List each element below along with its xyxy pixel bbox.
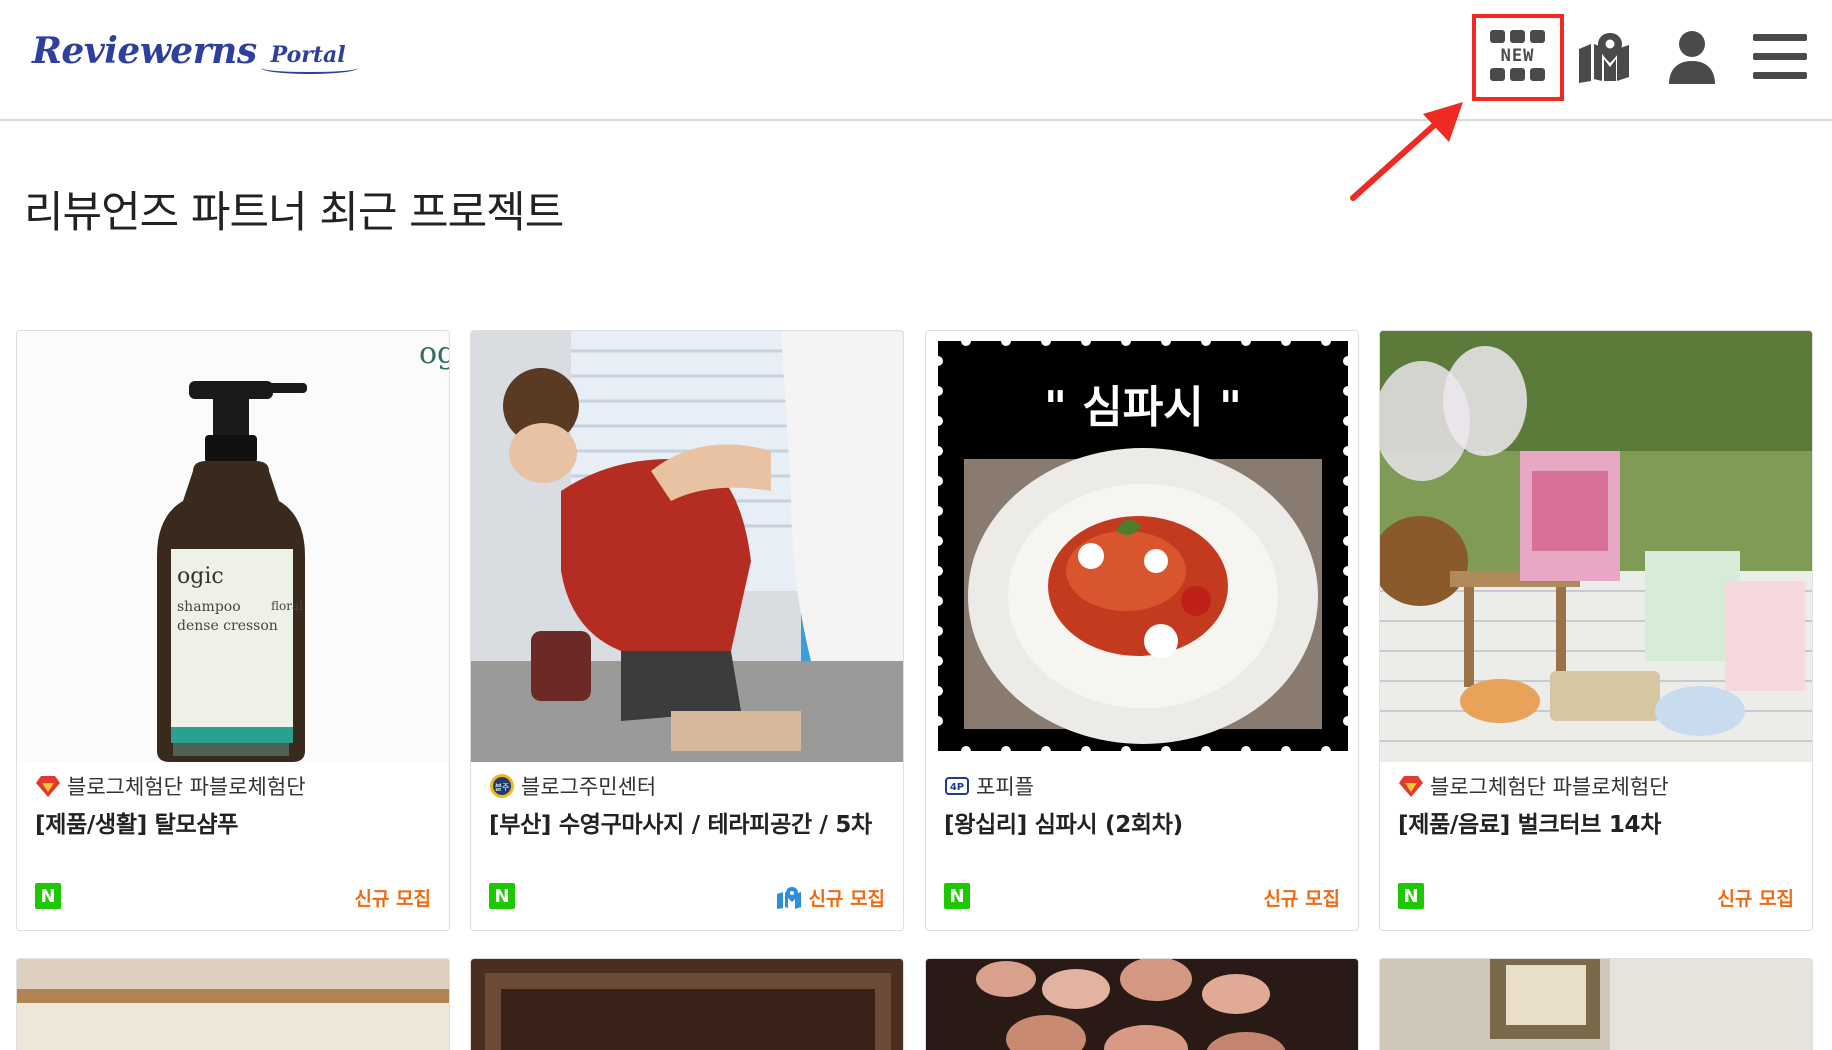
card-meta: 블로그체험단 파블로체험단 [35, 771, 437, 801]
map-icon[interactable] [1569, 22, 1639, 92]
card-thumbnail: ogic ogic shampoo dense cresson floral [17, 331, 449, 762]
card-thumbnail [1380, 959, 1812, 1050]
status-text: 신규 모집 [354, 888, 431, 910]
naver-badge: N [35, 883, 61, 909]
project-card[interactable]: " 심파시 " 4P 포피플 [왕십리] 심파시 (2회차) N 신규 모집 [925, 330, 1359, 931]
project-card[interactable] [16, 958, 450, 1050]
status-label: 신규 모집 [776, 884, 885, 911]
card-title[interactable]: [부산] 수영구마사지 / 테라피공간 / 5차 [489, 805, 893, 839]
card-thumbnail [471, 959, 903, 1050]
card-title[interactable]: [왕십리] 심파시 (2회차) [944, 805, 1348, 839]
naver-badge: N [489, 883, 515, 909]
status-label: 신규 모집 [1263, 884, 1340, 911]
diamond-heart-icon [36, 776, 60, 797]
card-thumbnail [471, 331, 903, 762]
blog-center-icon: 블주 [490, 774, 514, 798]
pointer-arrow [1350, 102, 1463, 201]
card-thumbnail [17, 959, 449, 1050]
naver-badge: N [944, 883, 970, 909]
svg-text:블주: 블주 [495, 782, 510, 792]
hamburger-menu-icon[interactable] [1745, 22, 1815, 92]
status-label: 신규 모집 [1717, 884, 1794, 911]
logo-text: Reviewerns [32, 30, 257, 72]
user-icon[interactable] [1657, 22, 1727, 92]
project-card[interactable]: 블주 블로그주민센터 [부산] 수영구마사지 / 테라피공간 / 5차 N 신규… [470, 330, 904, 931]
thumb-line2: dense cresson [177, 618, 278, 634]
card-category: 블로그주민센터 [521, 775, 657, 799]
card-meta: 블주 블로그주민센터 [489, 771, 891, 801]
forpeople-icon: 4P [945, 777, 969, 795]
thumb-line1: shampoo [177, 599, 241, 615]
thumb-caption: " 심파시 " [1044, 382, 1242, 433]
page-title: 리뷰언즈 파트너 최근 프로젝트 [24, 188, 564, 238]
thumb-side: floral [271, 599, 303, 613]
card-thumbnail [926, 959, 1358, 1050]
project-card[interactable]: 블로그체험단 파블로체험단 [제품/음료] 벌크터브 14차 N 신규 모집 [1379, 330, 1813, 931]
project-card[interactable] [1379, 958, 1813, 1050]
card-category: 블로그체험단 파블로체험단 [67, 775, 306, 799]
card-meta: 4P 포피플 [944, 771, 1346, 801]
map-icon [777, 886, 802, 909]
status-text: 신규 모집 [1717, 888, 1794, 910]
card-meta: 블로그체험단 파블로체험단 [1398, 771, 1800, 801]
site-logo[interactable]: Reviewerns Portal [32, 30, 358, 74]
card-thumbnail [1380, 331, 1812, 762]
status-text: 신규 모집 [808, 888, 885, 910]
diamond-heart-icon [1399, 776, 1423, 797]
thumb-brand: ogic [177, 564, 224, 589]
logo-subtext: Portal [260, 42, 358, 74]
project-card[interactable] [470, 958, 904, 1050]
highlight-box [1472, 14, 1564, 101]
card-thumbnail: " 심파시 " [926, 331, 1358, 762]
card-category: 포피플 [976, 775, 1034, 799]
status-text: 신규 모집 [1263, 888, 1340, 910]
project-card[interactable]: ogic ogic shampoo dense cresson floral 블… [16, 330, 450, 931]
card-category: 블로그체험단 파블로체험단 [1430, 775, 1669, 799]
thumb-brand-corner: ogic [419, 336, 449, 371]
project-card[interactable] [925, 958, 1359, 1050]
naver-badge: N [1398, 883, 1424, 909]
status-label: 신규 모집 [354, 884, 431, 911]
svg-text:4P: 4P [950, 782, 964, 793]
card-title[interactable]: [제품/음료] 벌크터브 14차 [1398, 805, 1802, 839]
card-title[interactable]: [제품/생활] 탈모샴푸 [35, 805, 439, 839]
